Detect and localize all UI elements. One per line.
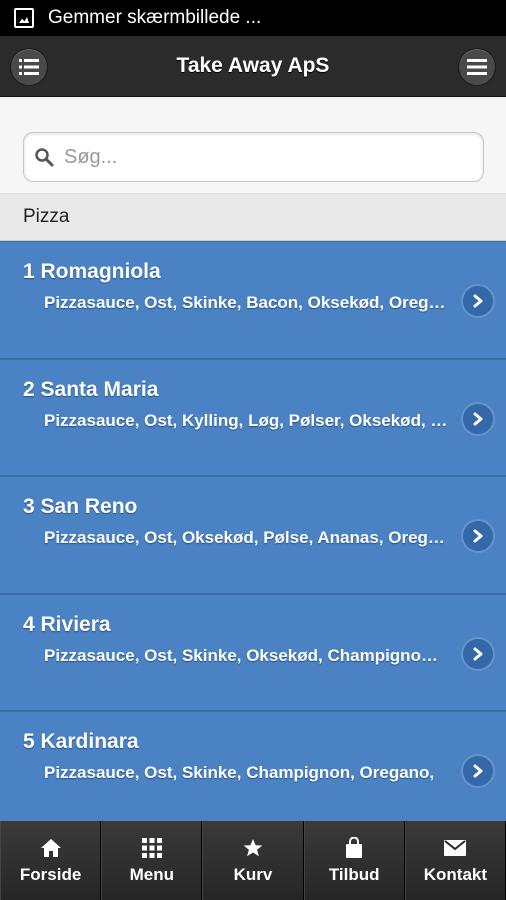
item-description: Pizzasauce, Ost, Skinke, Champignon, Ore… — [44, 763, 435, 782]
list-item[interactable]: 2 Santa Maria Pizzasauce, Ost, Kylling, … — [0, 358, 506, 476]
tab-label: Kurv — [233, 864, 273, 884]
search-input[interactable] — [64, 145, 464, 169]
section-header: Pizza — [0, 193, 506, 241]
item-name: 5 Kardinara — [23, 730, 139, 753]
home-icon — [40, 837, 62, 859]
menu-list: 1 Romagniola Pizzasauce, Ost, Skinke, Ba… — [0, 241, 506, 821]
item-name: 4 Riviera — [23, 612, 111, 636]
tab-forside[interactable]: Forside — [0, 821, 102, 900]
tab-tilbud[interactable]: Tilbud — [303, 821, 405, 900]
chevron-right-icon — [463, 403, 493, 434]
item-name: 1 Romagniola — [23, 260, 161, 283]
star-icon — [243, 837, 263, 859]
chevron-right-icon — [463, 286, 493, 316]
list-item[interactable]: 1 Romagniola Pizzasauce, Ost, Skinke, Ba… — [0, 241, 506, 359]
list-item[interactable]: 3 San Reno Pizzasauce, Ost, Oksekød, Pøl… — [0, 476, 506, 594]
chevron-right-icon — [463, 638, 493, 669]
menu-button[interactable] — [458, 48, 496, 86]
shopping-bag-icon — [345, 836, 363, 859]
screenshot-icon — [14, 8, 34, 28]
tab-menu[interactable]: Menu — [101, 821, 203, 900]
item-description: Pizzasauce, Ost, Kylling, Løg, Pølser, O… — [44, 410, 448, 430]
tab-label: Tilbud — [328, 864, 380, 884]
item-description: Pizzasauce, Ost, Skinke, Bacon, Oksekød,… — [44, 293, 448, 312]
item-description: Pizzasauce, Ost, Skinke, Oksekød, Champi… — [44, 645, 448, 665]
tab-label: Menu — [129, 864, 174, 884]
page-title: Take Away ApS — [176, 54, 330, 77]
chevron-right-icon — [463, 521, 493, 551]
list-button[interactable] — [10, 48, 48, 86]
item-name: 2 Santa Maria — [23, 377, 159, 401]
tab-kontakt[interactable]: Kontakt — [404, 821, 506, 900]
status-text: Gemmer skærmbillede ... — [48, 7, 262, 28]
chevron-right-icon — [463, 756, 493, 786]
list-icon — [19, 59, 39, 75]
hamburger-menu-icon — [467, 59, 487, 75]
tab-kurv[interactable]: Kurv — [202, 821, 304, 900]
list-item[interactable]: 4 Riviera Pizzasauce, Ost, Skinke, Oksek… — [0, 593, 506, 711]
search-box — [23, 132, 484, 182]
item-name: 3 San Reno — [23, 495, 138, 518]
item-description: Pizzasauce, Ost, Oksekød, Pølse, Ananas,… — [44, 528, 448, 547]
list-item[interactable]: 5 Kardinara Pizzasauce, Ost, Skinke, Cha… — [0, 711, 506, 821]
app-header: Take Away ApS — [0, 36, 506, 97]
grid-icon — [141, 837, 162, 859]
status-bar: Gemmer skærmbillede ... — [0, 0, 506, 36]
tab-label: Kontakt — [423, 864, 488, 884]
bottom-tab-bar: Forside Menu Kurv Tilbud Kontakt — [0, 821, 506, 900]
mail-icon — [444, 837, 467, 859]
tab-label: Forside — [19, 864, 82, 884]
search-area — [0, 97, 506, 193]
search-icon — [35, 148, 54, 167]
